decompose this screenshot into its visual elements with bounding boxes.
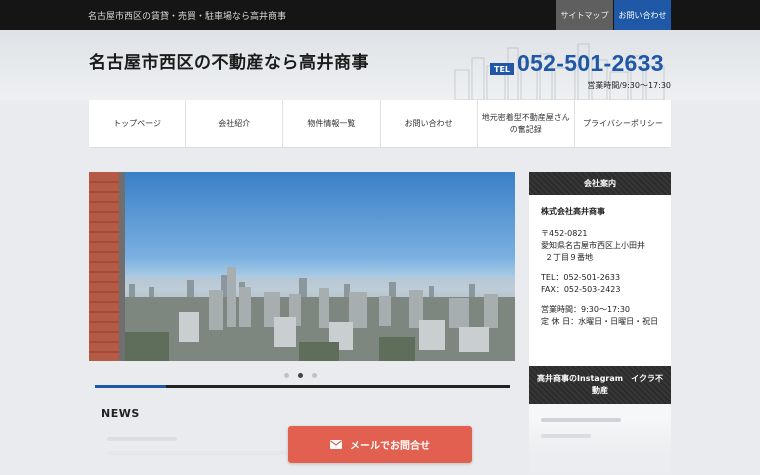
company-info-body: 株式会社高井商事 〒452-0821 愛知県名古屋市西区上小田井 ２丁目９番地 … (529, 195, 671, 366)
site-header: 名古屋市西区の不動産なら高井商事 TEL 052-501-2633 営業時間/9… (0, 30, 760, 100)
address-line-1: 愛知県名古屋市西区上小田井 (541, 241, 645, 250)
slider-dots (284, 373, 317, 378)
nav-item-company[interactable]: 会社紹介 (186, 100, 284, 147)
mail-button-label: メールでお問合せ (350, 441, 430, 452)
company-info-heading: 会社案内 (529, 172, 671, 195)
slider-progress-bar (95, 385, 510, 388)
sitemap-button[interactable]: サイトマップ (556, 0, 613, 30)
contact-button[interactable]: お問い合わせ (614, 0, 671, 30)
site-tagline: 名古屋市西区の賃貸・売買・駐車場なら高井商事 (88, 12, 287, 22)
company-name: 株式会社高井商事 (541, 207, 605, 216)
business-hours: 営業時間/9:30〜17:30 (587, 81, 671, 90)
address-line-2: ２丁目９番地 (545, 253, 593, 262)
sidebar-tel[interactable]: TEL：052-501-2633 (541, 272, 659, 284)
site-title[interactable]: 名古屋市西区の不動産なら高井商事 (89, 48, 369, 73)
tel-number[interactable]: 052-501-2633 (517, 50, 664, 77)
mail-contact-button[interactable]: メールでお問合せ (288, 426, 472, 463)
city-photo (89, 172, 515, 361)
slider-dot-2[interactable] (298, 373, 303, 378)
nav-item-privacy[interactable]: プライバシーポリシー (575, 100, 671, 147)
slider-dot-3[interactable] (312, 373, 317, 378)
envelope-icon (330, 440, 342, 449)
instagram-heading[interactable]: 高井商事のInstagram イクラ不動産 (529, 366, 671, 404)
slider-progress-fill (95, 385, 166, 388)
postal-code: 〒452-0821 (541, 229, 588, 238)
global-nav: トップページ 会社紹介 物件情報一覧 お問い合わせ 地元密着型不動産屋さんの奮記… (89, 100, 671, 148)
sidebar-holiday: 定 休 日：水曜日・日曜日・祝日 (541, 317, 659, 326)
nav-item-contact[interactable]: お問い合わせ (381, 100, 478, 147)
slider-dot-1[interactable] (284, 373, 289, 378)
tel-badge: TEL (490, 63, 514, 75)
news-heading: NEWS (101, 407, 140, 420)
sidebar-fax: FAX：052-503-2423 (541, 285, 621, 294)
hero-slider-image[interactable] (89, 172, 515, 361)
sidebar-hours: 営業時間：9:30〜17:30 (541, 305, 631, 314)
nav-item-top[interactable]: トップページ (89, 100, 187, 147)
nav-item-blog[interactable]: 地元密着型不動産屋さんの奮記録 (478, 100, 575, 147)
top-bar: 名古屋市西区の賃貸・売買・駐車場なら高井商事 サイトマップ お問い合わせ (0, 0, 760, 30)
nav-item-properties[interactable]: 物件情報一覧 (283, 100, 381, 147)
